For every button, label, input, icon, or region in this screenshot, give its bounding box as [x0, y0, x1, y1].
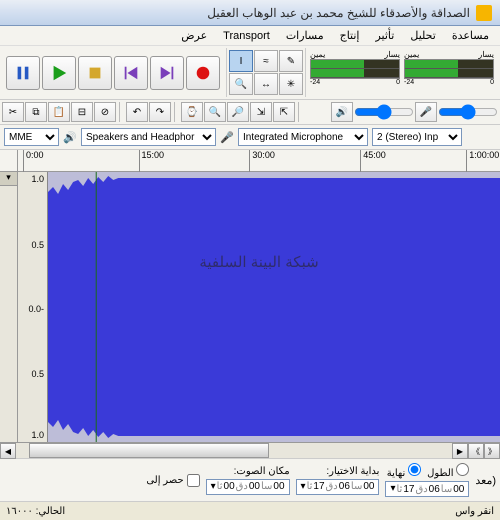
- status-bar: انقر واس الحالي: ١٦٠٠٠: [0, 501, 500, 520]
- multi-tool[interactable]: ✳: [279, 73, 303, 95]
- skip-end-button[interactable]: [150, 56, 184, 90]
- status-hint: انقر واس: [455, 506, 494, 517]
- zoom-in-button[interactable]: 🔍: [204, 102, 226, 122]
- vol-icon: 🔊: [331, 102, 353, 122]
- speaker-icon: 🔊: [63, 130, 77, 144]
- pause-button[interactable]: [6, 56, 40, 90]
- scroll-right-button[interactable]: ▶: [452, 443, 468, 459]
- selection-end-field[interactable]: 00سا 06دق 17ثا▾: [385, 481, 469, 497]
- selection-tool[interactable]: I: [229, 50, 253, 72]
- track-collapse-button[interactable]: ▾: [0, 172, 17, 186]
- input-volume-slider[interactable]: [438, 104, 498, 120]
- fit-selection-button[interactable]: ⇲: [250, 102, 272, 122]
- audio-position-label: مكان الصوت:: [206, 466, 290, 477]
- microphone-icon: 🎤: [220, 130, 234, 144]
- length-radio[interactable]: [456, 463, 469, 476]
- transport-toolbar: I ≈ ✎ 🔍 ↔ ✳ يساريمين -240 يساريمين -240: [0, 46, 500, 100]
- menu-generate[interactable]: إنتاج: [333, 27, 367, 44]
- separator: [119, 102, 123, 122]
- selection-start-field[interactable]: 00سا 06دق 17ثا▾: [296, 479, 380, 495]
- sync-lock-button[interactable]: ⌚: [181, 102, 203, 122]
- input-meter[interactable]: يساريمين -240: [404, 50, 494, 95]
- horizontal-scrollbar: ◀ ▶ 《 》: [0, 442, 500, 458]
- audio-position-field[interactable]: 00سا 00دق 00ثا▾: [206, 479, 290, 495]
- project-rate-label: (معد: [475, 474, 496, 487]
- output-meter[interactable]: يساريمين -240: [310, 50, 400, 95]
- length-radio-label[interactable]: الطول: [427, 463, 469, 479]
- scroll-end-left-button[interactable]: 《: [468, 443, 484, 459]
- redo-button[interactable]: ↷: [149, 102, 171, 122]
- menu-view[interactable]: عرض: [174, 27, 214, 44]
- timeshift-tool[interactable]: ↔: [254, 73, 278, 95]
- snap-to-checkbox[interactable]: [187, 474, 200, 487]
- menu-help[interactable]: مساعدة: [445, 27, 496, 44]
- end-radio[interactable]: [408, 463, 421, 476]
- window-title: الصداقة والأصدقاء للشيخ محمد بن عبد الوه…: [207, 6, 470, 20]
- output-device-select[interactable]: Speakers and Headphor: [81, 128, 216, 146]
- waveform-canvas: [48, 172, 500, 442]
- fit-project-button[interactable]: ⇱: [273, 102, 295, 122]
- timeline-tick: 0:00: [23, 150, 44, 172]
- timeline-ruler[interactable]: 0:00 15:00 30:00 45:00 1:00:00: [0, 150, 500, 172]
- mic-icon: 🎤: [415, 102, 437, 122]
- scroll-track[interactable]: [16, 443, 452, 458]
- trim-button[interactable]: ⊟: [71, 102, 93, 122]
- meters-area: يساريمين -240 يساريمين -240: [305, 48, 498, 97]
- waveform-view[interactable]: 1.0 0.5 0.0- 0.5 1.0 شبكة البينة السلفية: [18, 172, 500, 442]
- audio-host-select[interactable]: MME: [4, 128, 59, 146]
- paste-button[interactable]: 📋: [48, 102, 70, 122]
- end-radio-label[interactable]: نهاية: [387, 463, 421, 479]
- app-icon: [476, 5, 492, 21]
- track-gutter: ▾: [0, 172, 18, 442]
- scroll-left-button[interactable]: ◀: [0, 443, 16, 459]
- output-volume-slider[interactable]: [354, 104, 414, 120]
- zoom-out-button[interactable]: 🔎: [227, 102, 249, 122]
- play-button[interactable]: [42, 56, 76, 90]
- selection-start-label: بداية الاختيار:: [296, 466, 380, 477]
- record-button[interactable]: [186, 56, 220, 90]
- track-area: ▾ 1.0 0.5 0.0- 0.5 1.0 شبكة البينة السلف…: [0, 172, 500, 442]
- input-device-select[interactable]: Integrated Microphone: [238, 128, 368, 146]
- envelope-tool[interactable]: ≈: [254, 50, 278, 72]
- zoom-tool[interactable]: 🔍: [229, 73, 253, 95]
- vertical-scale: 1.0 0.5 0.0- 0.5 1.0: [18, 172, 48, 442]
- stop-button[interactable]: [78, 56, 112, 90]
- silence-button[interactable]: ⊘: [94, 102, 116, 122]
- edit-toolbar: ✂ ⧉ 📋 ⊟ ⊘ ↶ ↷ ⌚ 🔍 🔎 ⇲ ⇱ 🔊 🎤: [0, 100, 500, 125]
- scroll-thumb[interactable]: [29, 443, 269, 458]
- menu-effect[interactable]: تأثير: [368, 27, 401, 44]
- timeline-tick: 15:00: [139, 150, 165, 172]
- sample-rate-value: ١٦٠٠٠: [6, 506, 33, 517]
- sample-rate-label: الحالي:: [36, 506, 66, 517]
- scroll-end-right-button[interactable]: 》: [484, 443, 500, 459]
- tools-grid: I ≈ ✎ 🔍 ↔ ✳: [226, 48, 305, 97]
- cut-button[interactable]: ✂: [2, 102, 24, 122]
- timeline-tick: 1:00:00: [466, 150, 499, 172]
- snap-to-label: حصر إلى: [146, 475, 183, 486]
- timeline-tick: 45:00: [360, 150, 386, 172]
- copy-button[interactable]: ⧉: [25, 102, 47, 122]
- separator: [174, 102, 178, 122]
- timeline-tick: 30:00: [249, 150, 275, 172]
- draw-tool[interactable]: ✎: [279, 50, 303, 72]
- window-titlebar: الصداقة والأصدقاء للشيخ محمد بن عبد الوه…: [0, 0, 500, 26]
- undo-button[interactable]: ↶: [126, 102, 148, 122]
- menu-analyze[interactable]: تحليل: [403, 27, 442, 44]
- menu-bar: مساعدة تحليل تأثير إنتاج مسارات Transpor…: [0, 26, 500, 46]
- input-channels-select[interactable]: 2 (Stereo) Inp: [372, 128, 462, 146]
- menu-tracks[interactable]: مسارات: [279, 27, 331, 44]
- device-toolbar: MME 🔊 Speakers and Headphor 🎤 Integrated…: [0, 125, 500, 150]
- skip-start-button[interactable]: [114, 56, 148, 90]
- separator: [298, 102, 302, 122]
- selection-toolbar: (معد الطول نهاية 00سا 06دق 17ثا▾ بداية ا…: [0, 458, 500, 501]
- timeline-gutter: [0, 150, 18, 171]
- menu-transport[interactable]: Transport: [216, 28, 277, 44]
